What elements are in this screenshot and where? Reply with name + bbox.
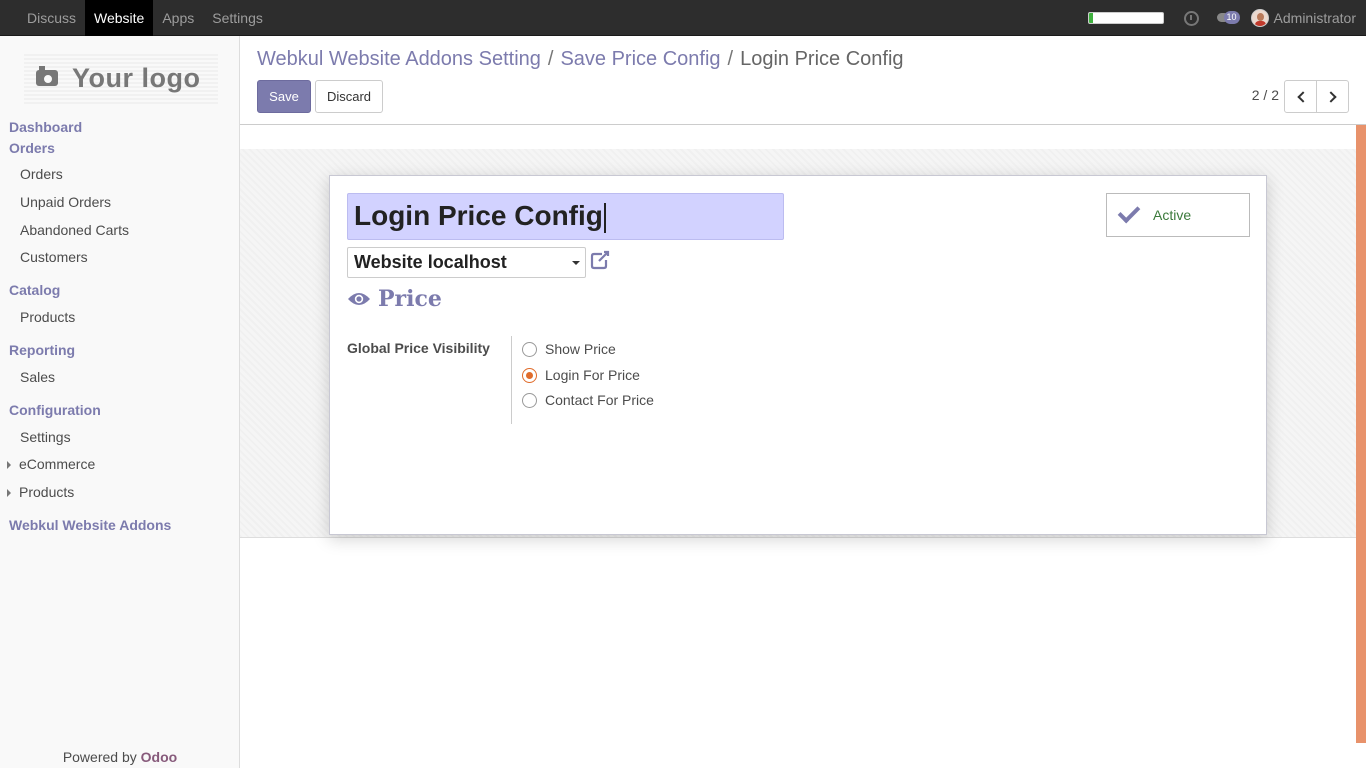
breadcrumb-separator: /	[727, 48, 734, 70]
sidebar-item-ecommerce[interactable]: eCommerce	[19, 456, 95, 472]
caret-down-icon	[572, 261, 580, 265]
sidebar-item-orders[interactable]: Orders	[20, 166, 63, 182]
section-title: Price	[347, 286, 442, 312]
sidebar-item-config-products[interactable]: Products	[19, 484, 74, 500]
breadcrumb-link[interactable]: Save Price Config	[560, 48, 720, 71]
progress-fill	[1088, 13, 1093, 23]
website-select-value: Website localhost	[354, 252, 507, 272]
sidebar-item-abandoned-carts[interactable]: Abandoned Carts	[20, 222, 129, 238]
sidebar-heading-orders[interactable]: Orders	[9, 140, 55, 156]
radio-button[interactable]	[522, 341, 537, 357]
user-menu[interactable]: Administrator	[1274, 10, 1356, 26]
eye-icon	[348, 293, 370, 305]
save-button[interactable]: Save	[257, 80, 311, 113]
form-view: Login Price Config Active Website localh…	[240, 125, 1366, 768]
pager-previous-button[interactable]	[1284, 80, 1317, 113]
message-count-badge: 10	[1223, 11, 1240, 24]
sidebar-item-dashboard[interactable]: Dashboard	[9, 119, 82, 135]
pager-next-button[interactable]	[1316, 80, 1349, 113]
config-name-value: Login Price Config	[354, 200, 603, 231]
breadcrumb-separator: /	[547, 48, 554, 70]
radio-option-show-price[interactable]: Show Price	[522, 341, 692, 357]
sheet-background: Login Price Config Active Website localh…	[240, 149, 1366, 538]
check-icon	[1117, 200, 1141, 224]
sidebar: Your logo Dashboard Orders Orders Unpaid…	[0, 36, 240, 768]
active-toggle-button[interactable]: Active	[1106, 193, 1250, 237]
radio-label: Show Price	[545, 341, 616, 357]
logo-text: Your logo	[72, 62, 201, 93]
menu-settings[interactable]: Settings	[203, 0, 272, 36]
sidebar-heading-reporting[interactable]: Reporting	[9, 342, 75, 358]
sidebar-item-sales[interactable]: Sales	[20, 369, 55, 385]
systray: 10 Administrator	[1087, 0, 1356, 36]
sidebar-heading-catalog[interactable]: Catalog	[9, 282, 60, 298]
breadcrumb: Webkul Website Addons Setting / Save Pri…	[257, 48, 904, 71]
discard-button[interactable]: Discard	[315, 80, 383, 113]
messaging-icon[interactable]: 10	[1216, 11, 1241, 25]
sidebar-item-unpaid-orders[interactable]: Unpaid Orders	[20, 194, 111, 210]
chevron-right-icon	[1324, 90, 1337, 103]
active-label: Active	[1153, 207, 1192, 223]
menu-discuss[interactable]: Discuss	[18, 0, 85, 36]
caret-right-icon	[7, 461, 11, 469]
website-select[interactable]: Website localhost	[347, 247, 586, 278]
sidebar-heading-configuration[interactable]: Configuration	[9, 402, 101, 418]
breadcrumb-link[interactable]: Webkul Website Addons Setting	[257, 48, 541, 71]
config-name-input[interactable]: Login Price Config	[347, 193, 784, 240]
powered-by-prefix: Powered by	[62, 749, 137, 765]
radio-option-login-for-price[interactable]: Login For Price	[522, 367, 692, 383]
radio-button[interactable]	[522, 367, 537, 383]
radio-label: Login For Price	[545, 367, 640, 383]
form-sheet: Login Price Config Active Website localh…	[329, 175, 1267, 535]
radio-label: Contact For Price	[545, 392, 654, 408]
sidebar-item-products[interactable]: Products	[20, 309, 75, 325]
global-price-visibility-label: Global Price Visibility	[347, 340, 490, 356]
caret-right-icon	[7, 489, 11, 497]
scrollbar-track[interactable]	[1356, 125, 1366, 743]
user-avatar[interactable]	[1250, 9, 1269, 27]
menu-website[interactable]: Website	[85, 0, 154, 36]
pager-value[interactable]: 2 / 2	[1252, 87, 1279, 103]
company-logo[interactable]: Your logo	[24, 52, 218, 104]
chevron-left-icon	[1296, 90, 1309, 103]
activity-clock-icon[interactable]	[1183, 10, 1199, 26]
menu-apps[interactable]: Apps	[153, 0, 203, 36]
powered-by: Powered by Odoo	[0, 749, 240, 765]
planner-progress-bar[interactable]	[1087, 12, 1164, 24]
control-panel: Webkul Website Addons Setting / Save Pri…	[240, 36, 1366, 125]
section-label: Price	[378, 286, 442, 312]
price-visibility-radio-group: Show Price Login For Price Contact For P…	[511, 336, 654, 424]
breadcrumb-current: Login Price Config	[740, 48, 904, 70]
sidebar-item-customers[interactable]: Customers	[20, 249, 88, 265]
sidebar-item-settings[interactable]: Settings	[20, 429, 71, 445]
camera-icon	[36, 66, 58, 86]
sidebar-heading-webkul[interactable]: Webkul Website Addons	[9, 517, 171, 533]
app-menu: Discuss Website Apps Settings	[18, 0, 272, 36]
powered-by-brand-link[interactable]: Odoo	[141, 749, 178, 765]
external-link-icon[interactable]	[589, 249, 611, 271]
radio-option-contact-for-price[interactable]: Contact For Price	[522, 392, 692, 408]
text-cursor	[603, 202, 606, 233]
radio-button[interactable]	[522, 392, 537, 408]
top-navbar: Discuss Website Apps Settings 10 Adminis…	[0, 0, 1366, 36]
